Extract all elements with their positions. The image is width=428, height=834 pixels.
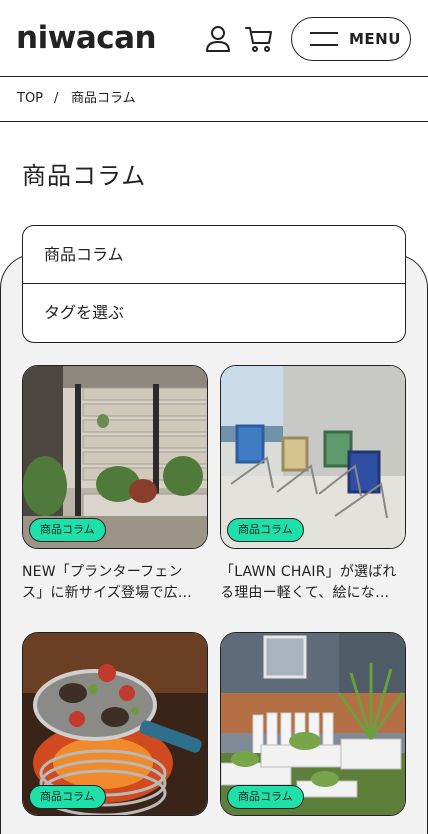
article-title[interactable]: 「LAWN CHAIR」が選ばれ る理由ー軽くて、絵にな… xyxy=(220,562,406,604)
category-badge: 商品コラム xyxy=(29,518,106,542)
menu-label: MENU xyxy=(349,30,401,48)
article-title-line: 「LAWN CHAIR」が選ばれ xyxy=(220,564,397,580)
article-thumbnail[interactable]: 商品コラム xyxy=(220,365,406,549)
category-badge: 商品コラム xyxy=(29,785,106,809)
user-icon[interactable] xyxy=(203,24,233,54)
site-logo[interactable]: niwacan xyxy=(16,20,157,56)
article-card[interactable]: 商品コラム xyxy=(220,632,406,816)
site-header: niwacan MENU xyxy=(0,0,428,77)
breadcrumb-home-link[interactable]: TOP xyxy=(17,91,43,107)
article-title-line: る理由ー軽くて、絵にな… xyxy=(220,585,390,601)
category-badge: 商品コラム xyxy=(227,518,304,542)
article-title-line: ス」に新サイズ登場で広… xyxy=(22,585,192,601)
page-title: 商品コラム xyxy=(22,162,147,190)
category-selector[interactable]: 商品コラム xyxy=(23,226,405,284)
article-card[interactable]: 商品コラム xyxy=(22,632,208,816)
filter-box: 商品コラム タグを選ぶ xyxy=(22,225,406,343)
cart-icon[interactable] xyxy=(244,24,274,54)
menu-button[interactable]: MENU xyxy=(291,17,411,61)
article-title-line: NEW「プランターフェン xyxy=(22,564,183,580)
breadcrumb-current: 商品コラム xyxy=(71,91,136,106)
article-card[interactable]: 商品コラム NEW「プランターフェン ス」に新サイズ登場で広… xyxy=(22,365,208,604)
breadcrumb-separator: / xyxy=(54,91,59,106)
breadcrumb: TOP / 商品コラム xyxy=(0,77,428,122)
hamburger-icon xyxy=(310,32,338,46)
article-title[interactable]: NEW「プランターフェン ス」に新サイズ登場で広… xyxy=(22,562,208,604)
article-card[interactable]: 商品コラム 「LAWN CHAIR」が選ばれ る理由ー軽くて、絵にな… xyxy=(220,365,406,604)
tag-selector[interactable]: タグを選ぶ xyxy=(23,284,405,342)
category-badge: 商品コラム xyxy=(227,785,304,809)
article-thumbnail[interactable]: 商品コラム xyxy=(220,632,406,816)
article-thumbnail[interactable]: 商品コラム xyxy=(22,365,208,549)
article-thumbnail[interactable]: 商品コラム xyxy=(22,632,208,816)
